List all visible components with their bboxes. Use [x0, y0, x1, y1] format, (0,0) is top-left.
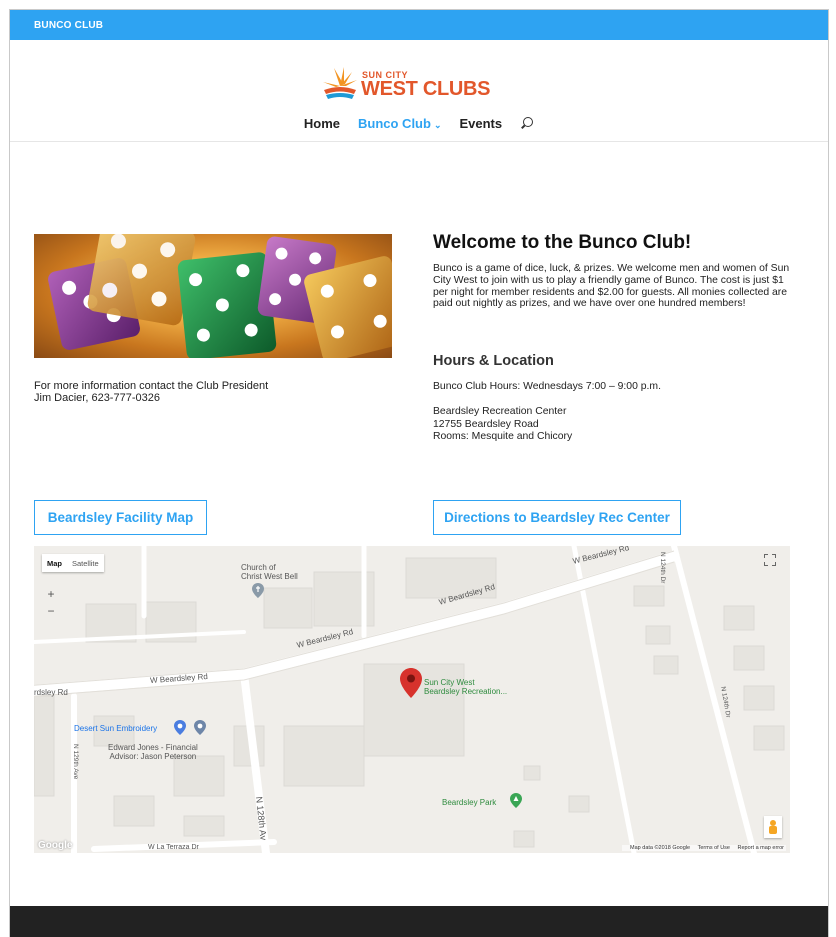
main-nav: Home Bunco Club ⌄ Events: [10, 115, 828, 141]
facility-map-button[interactable]: Beardsley Facility Map: [34, 500, 207, 535]
google-logo[interactable]: Google: [38, 840, 72, 851]
contact-info: For more information contact the Club Pr…: [34, 380, 268, 404]
road-label-124th-top: N 124th Dr: [659, 552, 666, 584]
search-icon[interactable]: [520, 116, 534, 131]
poi-embroidery[interactable]: Desert Sun Embroidery: [74, 724, 157, 733]
map-canvas: [34, 546, 790, 853]
map-type-map[interactable]: Map: [42, 554, 67, 572]
logo-line-2: WEST CLUBS: [361, 78, 491, 100]
poi-edward-jones-line-2: Advisor: Jason Peterson: [109, 752, 197, 761]
church-label[interactable]: Church of Christ West Bell: [241, 563, 298, 581]
directions-button[interactable]: Directions to Beardsley Rec Center: [433, 500, 681, 535]
poi-scw-line-1: Sun City West: [424, 678, 475, 687]
top-bar: BUNCO CLUB: [10, 10, 828, 40]
poi-beardsley-park[interactable]: Beardsley Park: [442, 798, 496, 807]
church-label-line-2: Christ West Bell: [241, 572, 298, 581]
pegman-icon[interactable]: [764, 816, 782, 838]
sun-logo-icon: [323, 67, 357, 99]
location-info: Beardsley Recreation Center 12755 Beards…: [433, 406, 572, 444]
location-rooms: Rooms: Mesquite and Chicory: [433, 431, 573, 442]
fullscreen-icon[interactable]: [764, 554, 776, 566]
hours-heading: Hours & Location: [433, 353, 554, 369]
map-data-attribution: Map data ©2018 Google: [630, 845, 691, 851]
header-divider: [10, 141, 828, 142]
park-pin-icon[interactable]: [510, 793, 522, 808]
welcome-text: Bunco is a game of dice, luck, & prizes.…: [433, 263, 790, 310]
location-name: Beardsley Recreation Center: [433, 406, 567, 417]
dice-image: [34, 234, 392, 358]
terms-of-use-link[interactable]: Terms of Use: [698, 845, 730, 851]
hours-text: Bunco Club Hours: Wednesdays 7:00 – 9:00…: [433, 381, 661, 392]
poi-edward-jones[interactable]: Edward Jones - Financial Advisor: Jason …: [108, 743, 198, 761]
nav-item-bunco-club-label: Bunco Club: [358, 116, 431, 131]
church-pin-icon[interactable]: [252, 583, 264, 598]
poi-scw-line-2: Beardsley Recreation...: [424, 687, 508, 696]
chevron-down-icon: ⌄: [433, 120, 442, 130]
road-label-la-terraza: W La Terraza Dr: [148, 844, 199, 851]
contact-line-1: For more information contact the Club Pr…: [34, 380, 269, 392]
location-pin-icon[interactable]: [400, 668, 422, 698]
footer: [10, 906, 828, 937]
edward-jones-pin-icon[interactable]: [194, 720, 206, 735]
report-map-error-link[interactable]: Report a map error: [738, 845, 784, 851]
church-label-line-1: Church of: [241, 563, 276, 572]
map-type-satellite[interactable]: Satellite: [67, 554, 104, 572]
nav-item-home[interactable]: Home: [304, 116, 340, 131]
zoom-control: + −: [43, 586, 59, 620]
embroidery-pin-icon[interactable]: [174, 720, 186, 735]
page-frame: BUNCO CLUB SUN CITY WEST CLUBS Home Bunc…: [9, 9, 829, 937]
nav-item-bunco-club[interactable]: Bunco Club ⌄: [358, 116, 441, 131]
welcome-heading: Welcome to the Bunco Club!: [433, 232, 692, 253]
road-label-129th: N 129th Ave: [72, 744, 79, 780]
contact-line-2: Jim Dacier, 623-777-0326: [34, 392, 160, 404]
zoom-out-button[interactable]: −: [47, 603, 54, 620]
poi-sun-city-west[interactable]: Sun City West Beardsley Recreation...: [424, 678, 507, 696]
location-address: 12755 Beardsley Road: [433, 418, 539, 430]
map-attribution: Map data ©2018 Google Terms of Use Repor…: [622, 845, 786, 851]
map-type-control: Map Satellite: [42, 554, 104, 572]
top-bar-title[interactable]: BUNCO CLUB: [34, 20, 103, 31]
road-label-beardsley-left: rdsley Rd: [34, 688, 68, 697]
google-map[interactable]: Map Satellite + − Church of Christ West …: [34, 546, 790, 853]
zoom-in-button[interactable]: +: [47, 586, 54, 603]
site-logo[interactable]: SUN CITY WEST CLUBS: [320, 64, 491, 110]
nav-item-events[interactable]: Events: [459, 116, 502, 131]
poi-edward-jones-line-1: Edward Jones - Financial: [108, 743, 198, 752]
